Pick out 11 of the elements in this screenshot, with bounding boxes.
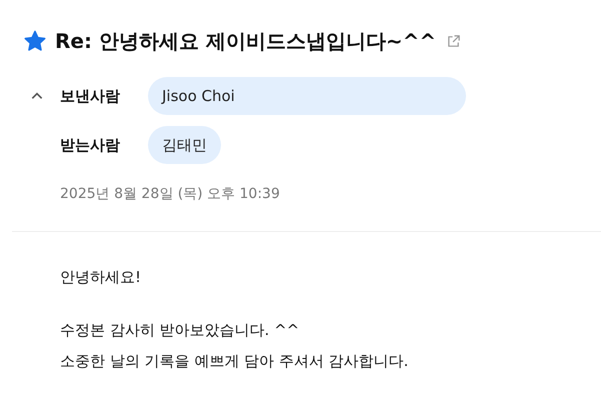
sender-chip[interactable]: Jisoo Choi [148, 77, 466, 115]
body-text: 수정본 감사히 받아보았습니다. ^^ [60, 320, 300, 341]
date-text: 2025년 8월 28일 (목) 오후 10:39 [60, 185, 281, 203]
sender-label: 보낸사람 [60, 86, 121, 106]
body-text: 안녕하세요! [60, 267, 142, 288]
email-subject: Re: 안녕하세요 제이비드스냅입니다~^^ [55, 28, 436, 54]
recipient-chip[interactable]: 김태민 [148, 126, 221, 164]
open-in-new-window-icon[interactable] [446, 34, 462, 48]
recipient-label: 받는사람 [60, 136, 121, 154]
body-text: 소중한 날의 기록을 예쁘게 담아 주셔서 감사합니다. [60, 351, 410, 372]
star-icon[interactable] [23, 29, 47, 53]
